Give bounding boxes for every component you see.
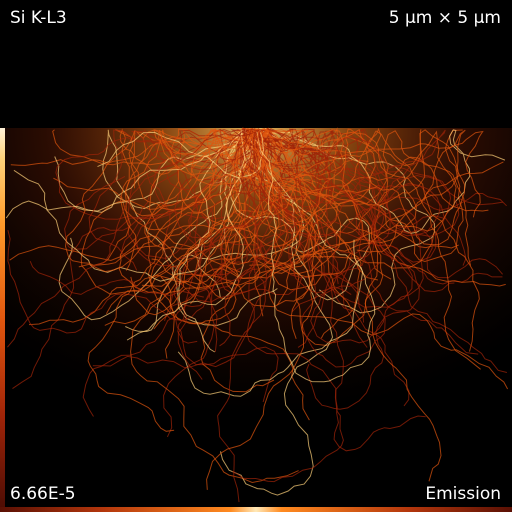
scale-value-label: 6.66E-5	[10, 484, 76, 504]
emission-image-viewer: Si K-L3 5 µm × 5 µm 6.66E-5 Emission	[0, 0, 512, 512]
intensity-scale-bar-vertical	[0, 128, 5, 512]
field-of-view-label: 5 µm × 5 µm	[388, 8, 501, 28]
emission-trajectory-plot	[0, 127, 512, 512]
element-line-label: Si K-L3	[10, 8, 67, 28]
mode-label: Emission	[425, 484, 501, 504]
intensity-scale-bar-horizontal	[0, 507, 512, 512]
